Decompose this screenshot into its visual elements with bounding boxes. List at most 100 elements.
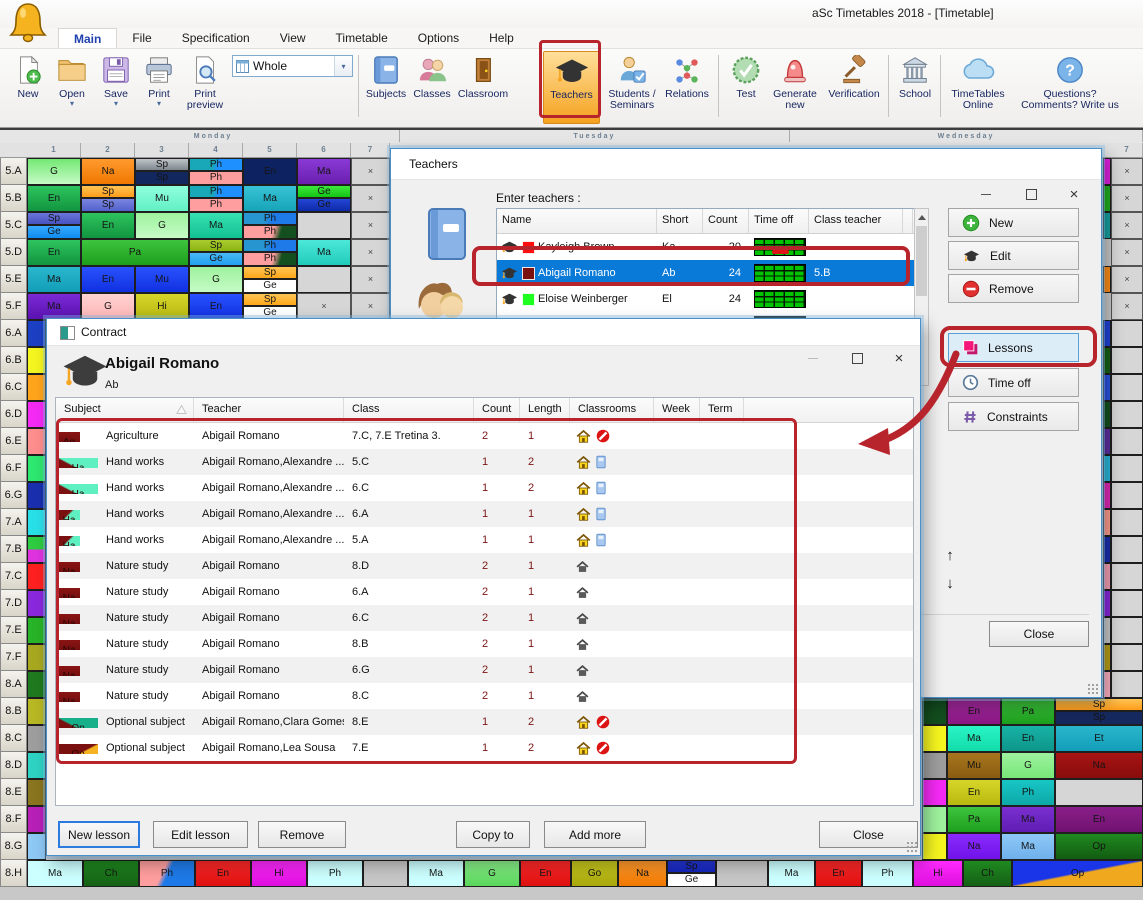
timetable-cell[interactable]: G [81,293,135,320]
timetable-cell-empty[interactable] [27,806,46,833]
menu-tab-specification[interactable]: Specification [167,28,265,48]
class-row-label[interactable]: 6.E [0,428,27,455]
toolbar-button-subjects[interactable]: Subjects [362,51,410,124]
timetable-cell[interactable]: Ph [307,860,363,887]
timetable-cell-empty[interactable] [1103,590,1111,617]
timetable-cell[interactable]: Ma [408,860,464,887]
timetable-cell-empty[interactable] [1103,455,1111,482]
timetable-cell[interactable]: Ma [1001,806,1055,833]
timetable-cell[interactable]: G [189,266,243,293]
toolbar-button-new[interactable]: New [6,51,50,124]
timetable-cell[interactable]: Ma [27,266,81,293]
timetable-cell-empty[interactable] [27,347,46,374]
class-row-label[interactable]: 6.A [0,320,27,347]
column-header-class[interactable]: Class [344,398,474,422]
timetable-cell-empty[interactable] [27,617,46,644]
timetable-cell-empty[interactable] [1103,671,1111,698]
timetable-cell-empty[interactable] [27,482,46,509]
dropdown-arrow-icon[interactable]: ▾ [70,100,74,107]
menu-tab-options[interactable]: Options [403,28,474,48]
timetable-cell[interactable]: × [1111,212,1143,239]
timetable-cell-empty[interactable] [1111,455,1143,482]
view-select-dropdown-icon[interactable]: ▾ [334,56,352,76]
timetable-cell[interactable]: Pa [1001,698,1055,725]
column-header-subject[interactable]: Subject [56,398,194,422]
timetable-cell[interactable]: G [464,860,520,887]
timetable-cell-empty[interactable] [27,590,46,617]
timetable-cell[interactable]: Ph [243,252,297,266]
timetable-cell[interactable]: Na [947,833,1001,860]
class-row-label[interactable]: 5.A [0,158,27,185]
timetable-cell-empty[interactable] [922,752,947,779]
timetable-cell[interactable]: En [189,293,243,320]
timetable-cell[interactable]: En [947,779,1001,806]
timetable-cell-empty[interactable] [1103,563,1111,590]
timetable-cell[interactable]: × [1111,266,1143,293]
teacher-row[interactable]: Abigail RomanoAb245.B [497,260,915,286]
timetable-cell-empty[interactable] [27,509,46,536]
minimize-button[interactable] [971,179,1001,209]
teachers-close-button[interactable]: Close [989,621,1089,647]
toolbar-button-relations[interactable]: Relations [661,51,713,124]
timetable-cell-empty[interactable] [1111,347,1143,374]
timetable-cell-empty[interactable] [1103,617,1111,644]
timetable-cell[interactable]: × [1111,239,1143,266]
maximize-button[interactable] [842,345,872,371]
timetable-cell[interactable]: × [351,158,390,185]
sort-icon[interactable] [176,404,187,418]
timetable-cell[interactable]: En [81,212,135,239]
timetable-cell[interactable]: Hi [251,860,307,887]
timetable-cell-empty[interactable] [1111,401,1143,428]
timetable-cell[interactable]: Ma [947,725,1001,752]
class-row-label[interactable]: 6.F [0,455,27,482]
timetable-cell-empty[interactable] [27,644,46,671]
timetable-cell[interactable]: En [1055,806,1143,833]
timeoff-grid[interactable] [754,290,806,308]
timetable-cell-empty[interactable] [297,212,351,239]
teachers-dialog-titlebar[interactable]: Teachers × [391,149,1101,180]
toolbar-button-classroom[interactable]: Classroom [454,51,512,124]
timetable-cell[interactable]: Ch [963,860,1012,887]
column-header-week[interactable]: Week [654,398,700,422]
timetable-cell[interactable]: Ge [27,225,81,239]
timetable-cell-empty[interactable] [1111,320,1143,347]
timetable-cell[interactable]: Ph [1001,779,1055,806]
teacher-row[interactable]: Kayleigh BrownKa20 [497,234,915,260]
resize-grip[interactable] [906,841,917,852]
menu-tab-view[interactable]: View [265,28,321,48]
class-row-label[interactable]: 7.A [0,509,27,536]
timetable-cell-empty[interactable] [27,833,46,860]
class-row-label[interactable]: 7.E [0,617,27,644]
timetable-cell-empty[interactable] [922,779,947,806]
timetable-cell-empty[interactable] [1111,374,1143,401]
timetable-cell[interactable]: Ph [243,225,297,239]
timetable-cell[interactable]: Ma [27,860,83,887]
timetable-cell[interactable]: × [351,239,390,266]
class-row-label[interactable]: 8.G [0,833,27,860]
constraints-button[interactable]: Constraints [948,402,1079,431]
timetable-cell[interactable]: Sp [27,212,81,225]
class-row-label[interactable]: 7.B [0,536,27,563]
timetable-cell-empty[interactable] [1111,617,1143,644]
column-header-count[interactable]: Count [703,209,749,233]
view-select[interactable]: Whole ▾ [232,55,353,77]
remove-lesson-button[interactable]: Remove [258,821,346,848]
timetable-cell-empty[interactable] [1111,671,1143,698]
timetable-cell-empty[interactable] [27,671,46,698]
timetable-cell-empty[interactable] [363,860,408,887]
timetable-cell-empty[interactable] [27,752,46,779]
timetable-cell[interactable]: En [947,698,1001,725]
contract-dialog-titlebar[interactable]: Contract × [47,319,920,346]
class-row-label[interactable]: 5.C [0,212,27,239]
timeoff-grid[interactable] [754,238,806,256]
lesson-row[interactable]: NaNature studyAbigail Romano8.B21 [56,631,913,657]
menu-tab-timetable[interactable]: Timetable [321,28,403,48]
lesson-row[interactable]: NaNature studyAbigail Romano8.D21 [56,553,913,579]
timetable-cell[interactable]: × [1111,293,1143,320]
class-row-label[interactable]: 7.C [0,563,27,590]
column-header-name[interactable]: Name [497,209,657,233]
timetable-cell-empty[interactable] [1103,158,1111,185]
lesson-row[interactable]: HaHand worksAbigail Romano,Alexandre ...… [56,501,913,527]
asc-bell-logo-icon[interactable] [7,1,51,47]
timetable-cell[interactable]: En [520,860,571,887]
